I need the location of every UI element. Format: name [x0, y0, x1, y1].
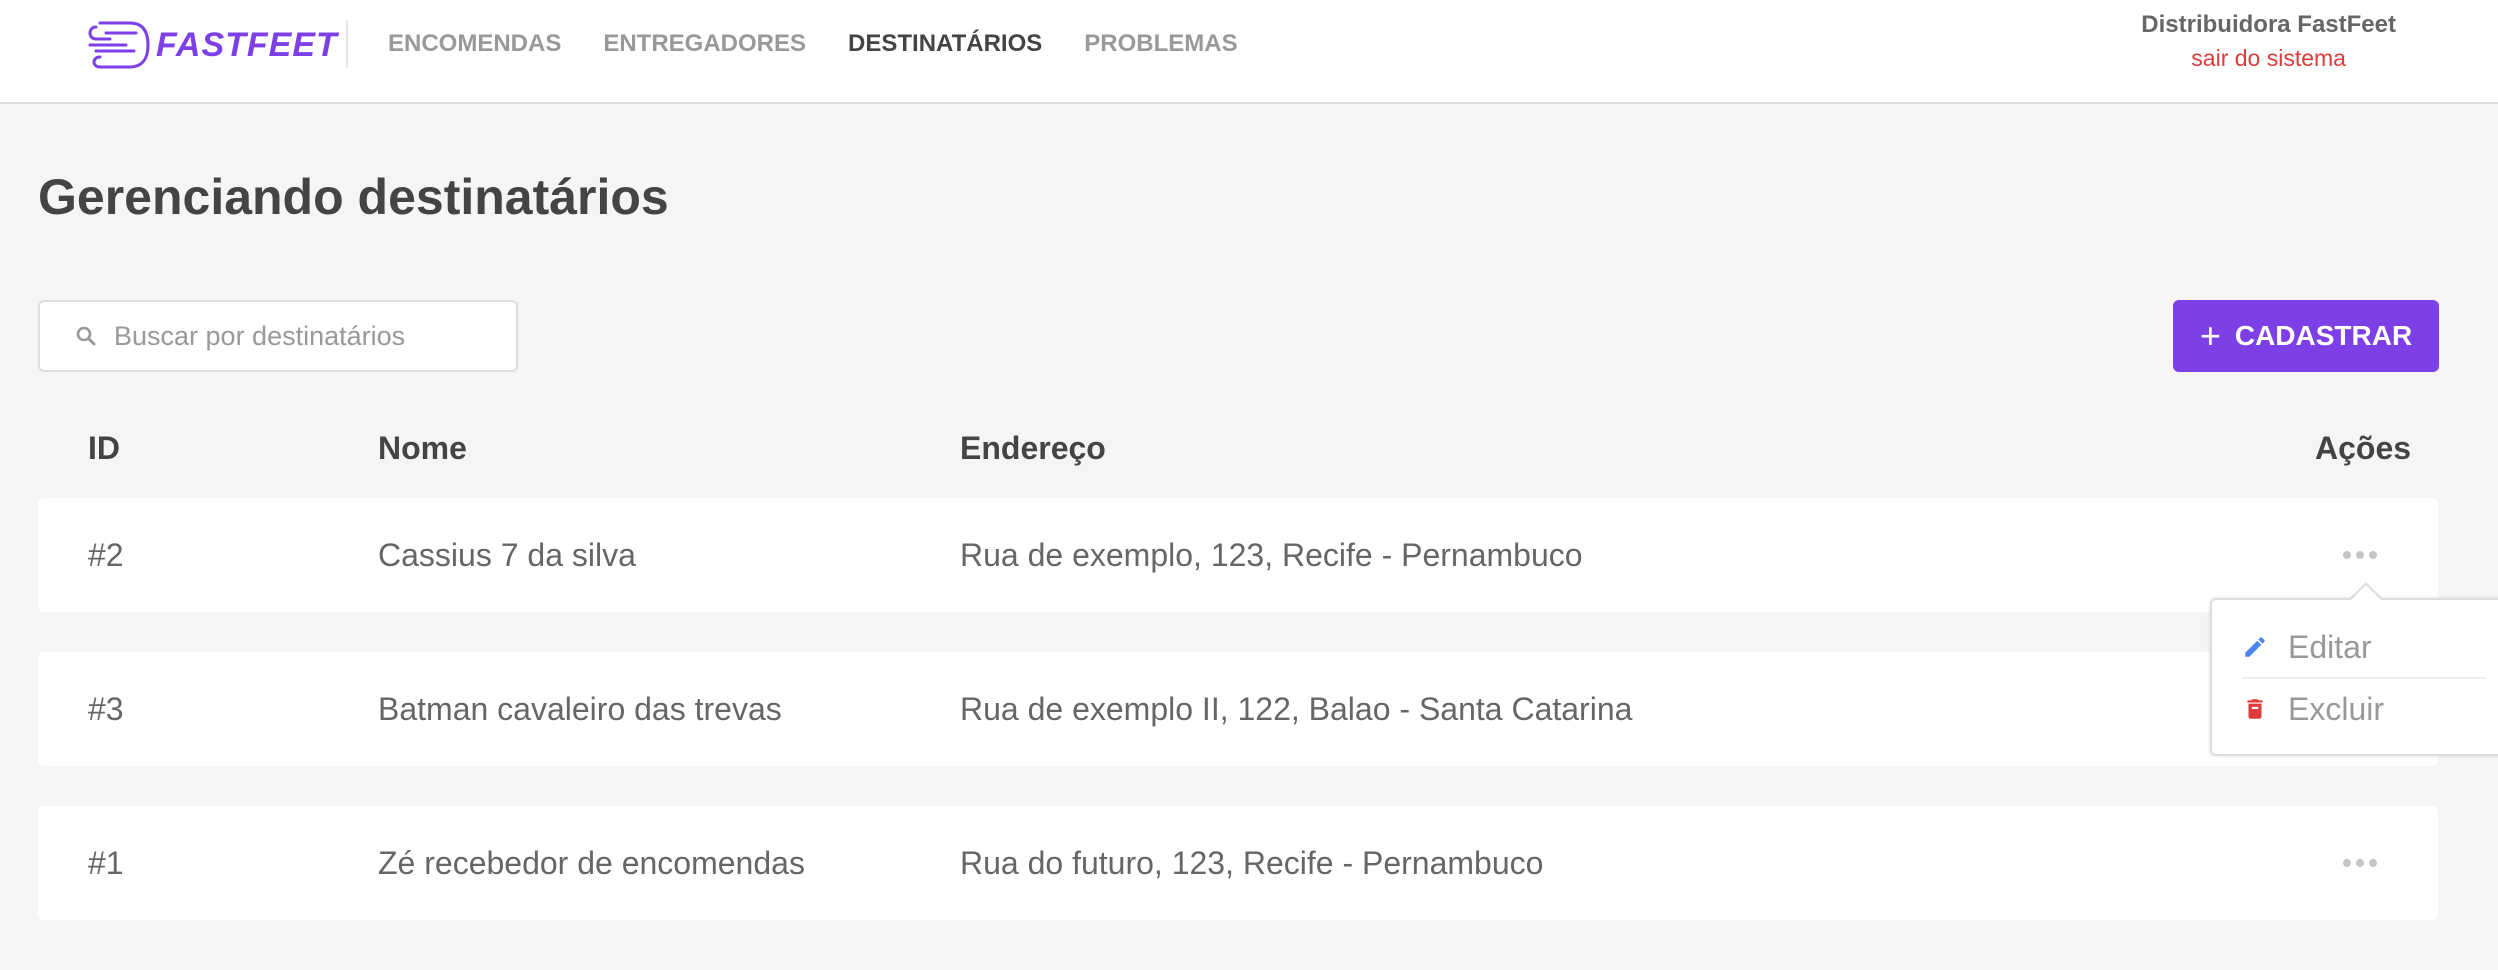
nav-item-destinatarios[interactable]: DESTINATÁRIOS: [848, 30, 1042, 58]
row-name: Cassius 7 da silva: [378, 537, 636, 573]
column-header-id: ID: [88, 430, 120, 466]
plus-icon: +: [2199, 315, 2221, 356]
add-recipient-button[interactable]: + CADASTRAR: [2173, 300, 2439, 372]
edit-action[interactable]: Editar: [2242, 620, 2372, 674]
column-header-endereco: Endereço: [960, 430, 1106, 466]
logo-text: FASTFEET: [156, 25, 338, 64]
search-input[interactable]: [112, 319, 496, 353]
page-title: Gerenciando destinatários: [38, 169, 669, 225]
delete-action[interactable]: Excluir: [2242, 682, 2384, 736]
row-name: Zé recebedor de encomendas: [378, 845, 805, 881]
table-row: #2 Cassius 7 da silva Rua de exemplo, 12…: [38, 498, 2438, 612]
column-header-nome: Nome: [378, 430, 467, 466]
pencil-icon: [2245, 637, 2265, 657]
row-address: Rua de exemplo, 123, Recife - Pernambuco: [960, 537, 1583, 573]
trash-icon: [2247, 699, 2263, 719]
row-id: #2: [88, 537, 124, 573]
dropdown-arrow-fill: [2350, 585, 2382, 601]
logout-link[interactable]: sair do sistema: [2141, 40, 2396, 76]
table-row: #3 Batman cavaleiro das trevas Rua de ex…: [38, 652, 2438, 766]
search-icon: [76, 326, 96, 346]
row-name: Batman cavaleiro das trevas: [378, 691, 782, 727]
row-id: #3: [88, 691, 124, 727]
more-actions-icon[interactable]: [2340, 806, 2380, 920]
nav-item-entregadores[interactable]: ENTREGADORES: [603, 30, 806, 58]
row-address: Rua do futuro, 123, Recife - Pernambuco: [960, 845, 1544, 881]
row-id: #1: [88, 845, 124, 881]
search-box: [38, 300, 518, 372]
nav-item-encomendas[interactable]: ENCOMENDAS: [388, 30, 561, 58]
top-header: FASTFEET ENCOMENDAS ENTREGADORES DESTINA…: [0, 0, 2498, 104]
edit-action-label: Editar: [2288, 628, 2372, 665]
fastfeet-logo[interactable]: FASTFEET: [86, 18, 338, 72]
add-button-label: CADASTRAR: [2234, 320, 2413, 351]
actions-dropdown: Editar Excluir: [2210, 598, 2498, 756]
row-address: Rua de exemplo II, 122, Balao - Santa Ca…: [960, 691, 1633, 727]
main-nav: ENCOMENDAS ENTREGADORES DESTINATÁRIOS PR…: [388, 30, 1280, 58]
column-header-acoes: Ações: [2315, 430, 2412, 466]
table-row: #1 Zé recebedor de encomendas Rua do fut…: [38, 806, 2438, 920]
truck-logo-icon: [88, 21, 150, 69]
nav-item-problemas[interactable]: PROBLEMAS: [1084, 30, 1237, 58]
delete-action-label: Excluir: [2288, 690, 2385, 727]
user-box: Distribuidora FastFeet sair do sistema: [2141, 10, 2396, 76]
user-name: Distribuidora FastFeet: [2141, 11, 2396, 38]
header-divider: [346, 20, 348, 68]
dropdown-divider: [2242, 677, 2486, 679]
